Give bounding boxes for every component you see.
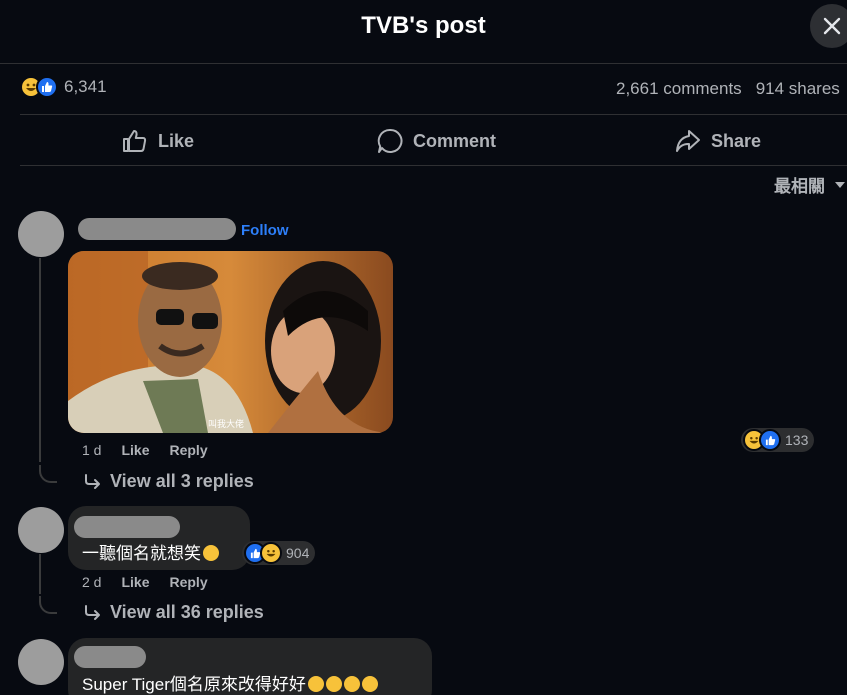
view-replies-label: View all 3 replies	[110, 471, 254, 491]
thread-connector	[39, 465, 57, 483]
comment-text-content: 一聽個名就想笑	[82, 544, 201, 563]
thread-line	[39, 554, 41, 594]
movie-still-image: 叫我大佬	[68, 251, 393, 433]
close-icon	[823, 17, 841, 35]
comment-like-button[interactable]: Like	[121, 574, 149, 590]
comment-count-link[interactable]: 2,661 comments	[616, 79, 742, 98]
thread-line	[39, 258, 41, 462]
view-replies-button[interactable]: View all 36 replies	[84, 602, 264, 623]
reaction-count: 133	[785, 432, 809, 448]
comment-time[interactable]: 2 d	[82, 574, 101, 590]
share-arrow-icon	[676, 130, 700, 152]
share-button[interactable]: Share	[675, 124, 761, 158]
comment-reply-button[interactable]: Reply	[169, 574, 207, 590]
caret-down-icon	[835, 181, 845, 188]
thread-connector	[39, 596, 57, 614]
comment-meta: 1 d Like Reply	[82, 442, 228, 458]
haha-reaction-icon	[260, 542, 282, 564]
comment-time[interactable]: 1 d	[82, 442, 101, 458]
reply-arrow-icon	[85, 473, 100, 489]
reaction-count: 6,341	[64, 77, 107, 96]
like-reaction-icon	[759, 429, 781, 451]
commenter-name-redacted[interactable]	[74, 646, 146, 668]
comment-label: Comment	[413, 130, 497, 151]
sort-label: 最相關	[774, 177, 825, 196]
comment-image[interactable]: 叫我大佬	[68, 251, 393, 433]
divider	[20, 114, 847, 115]
like-label: Like	[158, 130, 195, 151]
commenter-name-redacted[interactable]	[74, 516, 180, 538]
share-count-link[interactable]: 914 shares	[756, 79, 840, 98]
image-caption: 叫我大佬	[208, 418, 244, 430]
dialog-title: TVB's post	[361, 12, 486, 39]
avatar[interactable]	[18, 507, 64, 553]
share-label: Share	[711, 130, 762, 151]
avatar[interactable]	[18, 211, 64, 257]
comment-sort-dropdown[interactable]: 最相關	[774, 172, 847, 197]
comment-text-content: Super Tiger個名原來改得好好	[82, 675, 306, 694]
comment-reply-button[interactable]: Reply	[169, 442, 207, 458]
rofl-emoji-icon	[361, 676, 378, 692]
comment-button[interactable]: Comment	[377, 124, 496, 158]
like-reaction-icon	[36, 76, 58, 98]
commenter-name-redacted[interactable]	[78, 218, 236, 240]
reaction-count: 904	[286, 545, 310, 561]
reaction-summary[interactable]: 6,341	[20, 76, 107, 98]
view-replies-button[interactable]: View all 3 replies	[84, 471, 254, 492]
close-button[interactable]	[810, 4, 847, 48]
comment-text: 一聽個名就想笑	[82, 539, 219, 564]
comment-like-button[interactable]: Like	[121, 442, 149, 458]
comment-bubble-icon	[377, 128, 403, 153]
thumbs-up-icon	[123, 130, 147, 152]
comment-reactions[interactable]: 904	[242, 541, 316, 565]
engagement-stats: 2,661 comments 914 shares	[616, 79, 840, 99]
like-button[interactable]: Like	[122, 124, 194, 158]
comment-text: Super Tiger個名原來改得好好	[82, 670, 378, 695]
rofl-emoji-icon	[307, 676, 324, 692]
grin-emoji-icon	[203, 545, 219, 561]
avatar[interactable]	[18, 639, 64, 685]
rofl-emoji-icon	[343, 676, 360, 692]
follow-button[interactable]: Follow	[241, 222, 289, 239]
comment-reactions[interactable]: 133	[741, 428, 815, 452]
view-replies-label: View all 36 replies	[110, 602, 264, 622]
rofl-emoji-icon	[325, 676, 342, 692]
comment-meta: 2 d Like Reply	[82, 574, 228, 590]
divider	[20, 165, 847, 166]
reply-arrow-icon	[85, 604, 100, 620]
